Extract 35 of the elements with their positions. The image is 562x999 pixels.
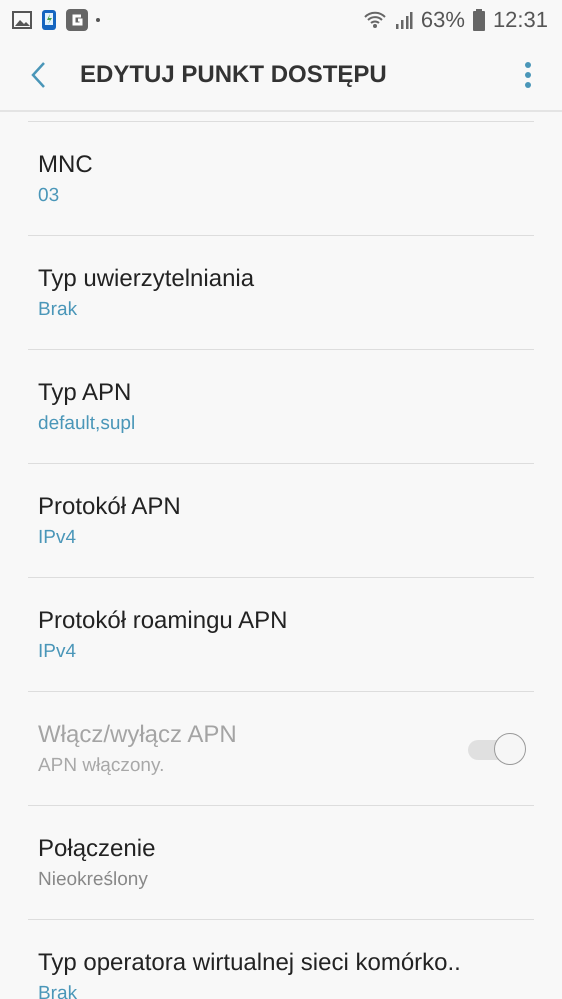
dot-icon xyxy=(96,18,100,22)
app-icon xyxy=(66,9,88,31)
setting-item[interactable]: Połączenie Nieokreślony xyxy=(28,806,534,920)
setting-item[interactable]: Typ operatora wirtualnej sieci komórko.. Brak xyxy=(28,920,534,999)
page-title: EDYTUJ PUNKT DOSTĘPU xyxy=(80,61,388,89)
setting-item[interactable]: Protokół roamingu APN IPv4 xyxy=(28,578,534,692)
setting-value: default,supl xyxy=(38,412,136,434)
setting-value: Brak xyxy=(38,982,78,999)
setting-value: Nieokreślony xyxy=(38,868,149,890)
setting-value: APN włączony. xyxy=(38,754,166,776)
signal-icon xyxy=(394,10,413,30)
setting-value: 03 xyxy=(38,184,60,206)
setting-value: IPv4 xyxy=(38,640,78,662)
image-icon xyxy=(12,11,32,29)
back-button[interactable] xyxy=(30,61,46,89)
setting-value: Brak xyxy=(38,298,78,320)
setting-title: Typ operatora wirtualnej sieci komórko.. xyxy=(38,948,462,976)
setting-title: MNC xyxy=(38,150,94,178)
setting-value: IPv4 xyxy=(38,526,78,548)
setting-title: Połączenie xyxy=(38,834,156,862)
setting-item[interactable]: MNC 03 xyxy=(28,122,534,236)
battery-percent: 63% xyxy=(420,7,465,33)
setting-title: Typ APN xyxy=(38,378,132,406)
wifi-icon xyxy=(362,10,387,30)
setting-item[interactable]: Protokół APN IPv4 xyxy=(28,464,534,578)
setting-item[interactable]: Typ uwierzytelniania Brak xyxy=(28,236,534,350)
phone-icon xyxy=(40,9,58,31)
setting-title: Protokół APN xyxy=(38,492,182,520)
setting-title: Protokół roamingu APN xyxy=(38,606,288,634)
setting-title: Włącz/wyłącz APN xyxy=(38,720,238,748)
setting-title: Typ uwierzytelniania xyxy=(38,264,256,292)
clock: 12:31 xyxy=(492,7,548,33)
battery-icon xyxy=(472,9,485,31)
setting-item[interactable]: Typ APN default,supl xyxy=(28,350,534,464)
more-options-icon[interactable] xyxy=(524,62,532,88)
